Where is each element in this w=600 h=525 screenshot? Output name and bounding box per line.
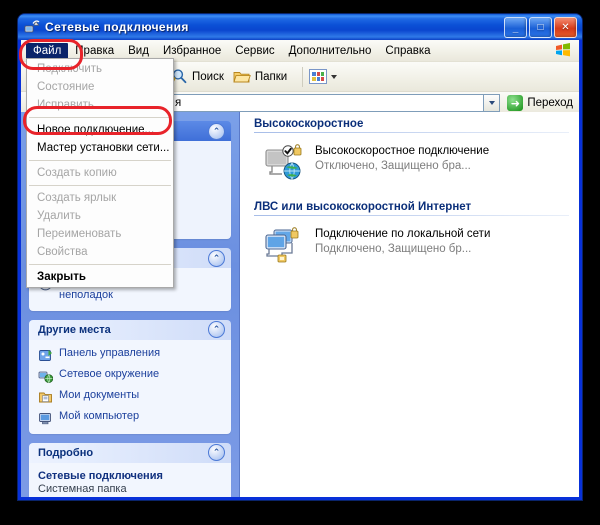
my-computer-icon <box>39 412 51 424</box>
window-titlebar[interactable]: Сетевые подключения _ □ ✕ <box>18 14 582 40</box>
menu-item-close[interactable]: Закрыть <box>27 268 173 286</box>
other-places-title: Другие места <box>38 323 111 336</box>
link-network-neighborhood[interactable]: Сетевое окружение <box>38 368 222 384</box>
menu-edit[interactable]: Правка <box>68 43 121 59</box>
other-places-header[interactable]: Другие места ⌃ <box>29 319 231 340</box>
close-icon: ✕ <box>561 21 570 33</box>
windows-flag-icon <box>556 43 570 57</box>
link-label: Мои документы <box>59 388 140 401</box>
window-controls: _ □ ✕ <box>504 16 579 38</box>
details-item-title: Сетевые подключения <box>38 469 163 482</box>
network-connections-icon <box>24 20 40 33</box>
address-input[interactable]: я <box>171 94 485 112</box>
folders-label: Папки <box>254 70 288 83</box>
minimize-icon: _ <box>512 22 519 34</box>
connection-status: Отключено, Защищено бра... <box>315 160 471 173</box>
menu-advanced[interactable]: Дополнительно <box>282 43 379 59</box>
chevron-up-icon[interactable]: ⌃ <box>208 444 225 461</box>
other-places-body: Панель управления Сетевое окружение Мои … <box>29 339 231 434</box>
window-title: Сетевые подключения <box>45 20 189 34</box>
chevron-up-icon[interactable]: ⌃ <box>208 321 225 338</box>
link-label: Панель управления <box>59 346 161 359</box>
details-body: Сетевые подключения Системная папка <box>29 462 231 497</box>
menu-file[interactable]: Файл <box>26 42 69 59</box>
link-label: Сетевое окружение <box>59 367 160 380</box>
details-item-subtitle: Системная папка <box>38 482 127 495</box>
menu-separator <box>29 264 171 265</box>
address-dropdown-button[interactable] <box>484 94 501 112</box>
file-menu-dropdown[interactable]: Подключить Состояние Исправить Новое под… <box>26 58 174 288</box>
menu-separator <box>29 117 171 118</box>
menu-favorites[interactable]: Избранное <box>156 43 228 59</box>
group-broadband: Высокоскоростное Высокоскоростное подклю… <box>240 112 579 184</box>
network-neighborhood-icon <box>38 371 53 383</box>
link-control-panel[interactable]: Панель управления <box>38 347 222 363</box>
network-connections-window: Сетевые подключения _ □ ✕ Файл Правка Ви… <box>18 14 582 500</box>
menu-item-repair: Исправить <box>37 99 94 111</box>
connection-name: Высокоскоростное подключение <box>315 145 490 157</box>
link-label: Мой компьютер <box>59 409 140 422</box>
go-button[interactable]: ➜ Переход <box>507 95 573 111</box>
menu-item-network-setup-wizard[interactable]: Мастер установки сети... <box>27 139 173 157</box>
connection-status: Подключено, Защищено бр... <box>315 243 472 256</box>
link-my-computer[interactable]: Мой компьютер <box>38 410 222 426</box>
toolbar-separator <box>302 66 304 87</box>
chevron-down-icon <box>488 101 495 105</box>
menu-item-properties: Свойства <box>37 246 88 258</box>
menu-item-status: Состояние <box>37 81 95 93</box>
minimize-button[interactable]: _ <box>504 16 527 38</box>
maximize-icon: □ <box>537 21 544 33</box>
broadband-connection-disabled-icon <box>265 144 302 180</box>
menu-item-delete: Удалить <box>37 210 81 222</box>
menu-item-connect: Подключить <box>37 63 103 75</box>
views-grid-icon <box>309 69 328 84</box>
menu-help[interactable]: Справка <box>378 43 437 59</box>
control-panel-icon <box>39 349 52 361</box>
connection-name: Подключение по локальной сети <box>315 228 491 240</box>
menu-tools[interactable]: Сервис <box>228 43 281 59</box>
chevron-up-icon[interactable]: ⌃ <box>208 249 225 267</box>
menu-item-new-connection[interactable]: Новое подключение... <box>27 121 173 139</box>
connection-item-lan[interactable]: Подключение по локальной сети Подключено… <box>254 216 579 267</box>
screenshot-root: Сетевые подключения _ □ ✕ Файл Правка Ви… <box>0 0 600 525</box>
maximize-button[interactable]: □ <box>529 16 552 38</box>
menu-item-create-shortcut: Создать ярлык <box>37 192 117 204</box>
green-arrow-icon: ➜ <box>507 95 524 111</box>
group-lan: ЛВС или высокоскоростной Интернет Подклю… <box>240 184 579 267</box>
group-title: Высокоскоростное <box>254 118 364 130</box>
window-client-area: Файл Правка Вид Избранное Сервис Дополни… <box>21 40 579 497</box>
folder-icon <box>233 71 251 82</box>
connection-item-broadband[interactable]: Высокоскоростное подключение Отключено, … <box>254 133 579 184</box>
lan-connection-icon <box>265 227 299 263</box>
sidebar-panel-other-places[interactable]: Другие места ⌃ Панель управления Сетевое… <box>29 319 231 434</box>
link-my-documents[interactable]: Мои документы <box>38 389 222 405</box>
menu-item-create-copy: Создать копию <box>37 167 117 179</box>
close-button[interactable]: ✕ <box>554 16 577 38</box>
chevron-down-icon <box>331 74 338 79</box>
details-title: Подробно <box>38 446 94 459</box>
sidebar-panel-details[interactable]: Подробно ⌃ Сетевые подключения Системная… <box>29 442 231 497</box>
menu-item-rename: Переименовать <box>37 228 122 240</box>
views-button[interactable] <box>309 69 338 84</box>
details-header[interactable]: Подробно ⌃ <box>29 442 231 463</box>
menu-view[interactable]: Вид <box>121 43 156 59</box>
chevron-up-icon[interactable]: ⌃ <box>208 122 225 140</box>
folders-button[interactable]: Папки <box>233 69 287 85</box>
group-title: ЛВС или высокоскоростной Интернет <box>254 201 472 213</box>
menu-separator <box>29 160 171 161</box>
menu-separator <box>29 185 171 186</box>
search-label: Поиск <box>192 70 224 83</box>
search-button[interactable]: Поиск <box>171 68 224 85</box>
connections-list: Высокоскоростное Высокоскоростное подклю… <box>239 112 579 497</box>
go-label: Переход <box>527 97 573 109</box>
my-documents-icon <box>39 392 52 402</box>
